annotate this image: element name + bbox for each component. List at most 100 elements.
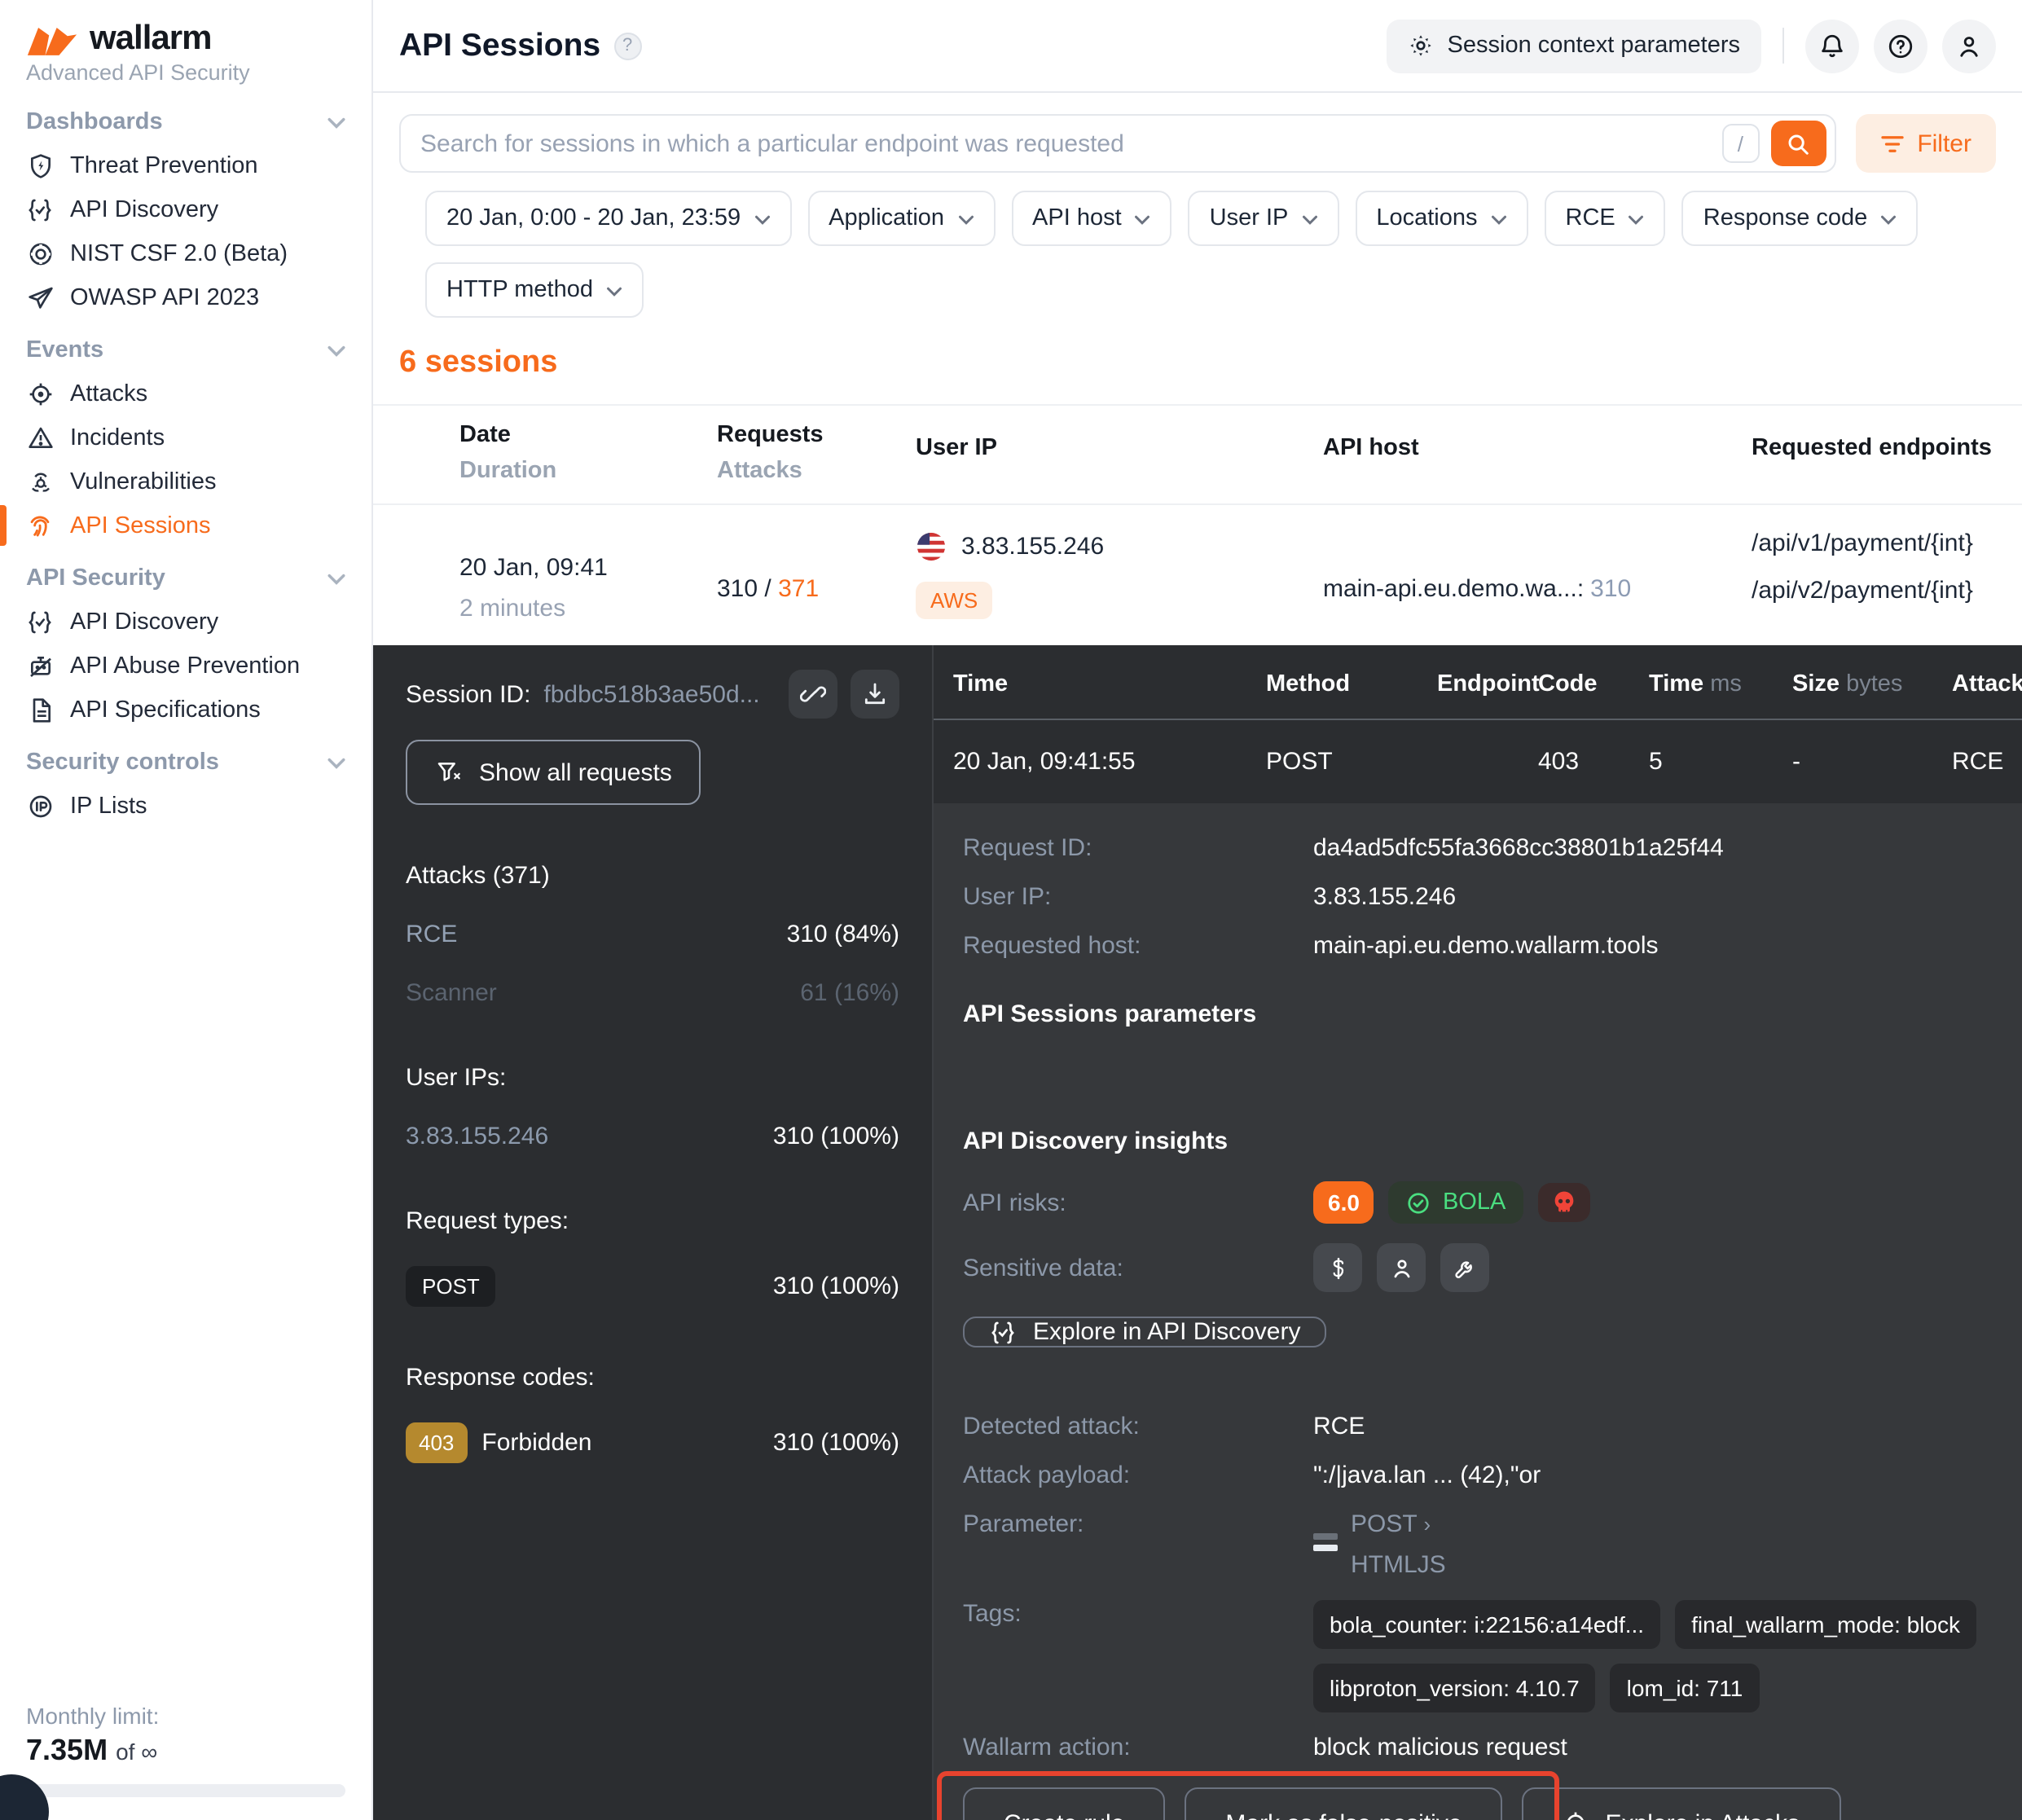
tag-chip[interactable]: bola_counter: i:22156:a14edf...	[1313, 1600, 1660, 1649]
filter-chip-date-range[interactable]: 20 Jan, 0:00 - 20 Jan, 23:59	[425, 191, 791, 246]
notifications-bell-icon[interactable]	[1805, 19, 1859, 73]
tag-chip[interactable]: libproton_version: 4.10.7	[1313, 1664, 1596, 1712]
paper-plane-icon	[26, 284, 54, 311]
download-button[interactable]	[851, 670, 899, 719]
chevron-down-icon	[327, 573, 345, 584]
response-code-stat-row[interactable]: 403 Forbidden 310 (100%)	[406, 1422, 899, 1463]
explore-in-api-discovery-button[interactable]: Explore in API Discovery	[963, 1317, 1326, 1347]
stat-value: 61 (16%)	[800, 979, 899, 1007]
col-duration[interactable]: Duration	[459, 458, 717, 484]
parameter-leaf[interactable]: HTMLJS	[1351, 1551, 1446, 1579]
mark-false-positive-button[interactable]: Mark as false-positive	[1185, 1787, 1502, 1820]
sidebar-item-label: NIST CSF 2.0 (Beta)	[70, 240, 288, 266]
col-size[interactable]: Size bytes	[1792, 671, 1952, 697]
crosshair-icon	[1563, 1810, 1589, 1820]
request-row[interactable]: 20 Jan, 09:41:55 POST 403 5 - RCE	[934, 720, 2022, 803]
filter-chip-rce[interactable]: RCE	[1545, 191, 1666, 246]
col-time-ms[interactable]: Time ms	[1649, 671, 1792, 697]
person-sensitive-icon[interactable]	[1377, 1243, 1426, 1292]
sidebar-item-incidents[interactable]: Incidents	[0, 415, 371, 459]
request-code: 403	[1538, 748, 1649, 776]
attack-stat-row[interactable]: Scanner 61 (16%)	[406, 979, 899, 1007]
filter-chip-user-ip[interactable]: User IP	[1189, 191, 1339, 246]
col-attacks[interactable]: Attacks	[717, 458, 916, 484]
request-type-stat-row[interactable]: POST 310 (100%)	[406, 1266, 899, 1307]
col-requests[interactable]: Requests	[717, 422, 916, 448]
sidebar-item-nist-csf[interactable]: NIST CSF 2.0 (Beta)	[0, 231, 371, 275]
requested-endpoint: /api/v2/payment/{int}	[1752, 578, 2022, 603]
search-button[interactable]	[1770, 121, 1826, 166]
col-size-unit: bytes	[1846, 671, 1902, 697]
skull-risk-badge[interactable]	[1538, 1183, 1590, 1222]
explore-in-attacks-button[interactable]: Explore in Attacks	[1523, 1787, 1840, 1820]
requests-table-header: Time Method Endpoint Code Time ms Size b…	[934, 645, 2022, 720]
col-api-host[interactable]: API host	[1323, 422, 1752, 484]
sidebar-item-api-discovery-2[interactable]: API Discovery	[0, 600, 371, 644]
user-ip-stat-row[interactable]: 3.83.155.246 310 (100%)	[406, 1123, 899, 1150]
topbar: API Sessions ? Session context parameter…	[373, 0, 2022, 93]
sidebar-item-api-abuse-prevention[interactable]: API Abuse Prevention	[0, 644, 371, 688]
bola-label: BOLA	[1443, 1189, 1506, 1216]
wrench-sensitive-icon[interactable]	[1440, 1243, 1489, 1292]
filter-chip-application[interactable]: Application	[807, 191, 995, 246]
section-api-security[interactable]: API Security	[0, 547, 371, 600]
chevron-down-icon	[327, 757, 345, 768]
session-context-parameters-button[interactable]: Session context parameters	[1387, 19, 1761, 73]
sidebar-item-attacks[interactable]: Attacks	[0, 371, 371, 415]
chip-label: API host	[1032, 205, 1122, 231]
app-window: wallarm Advanced API Security Dashboards…	[0, 0, 2022, 1820]
create-rule-button[interactable]: Create rule	[963, 1787, 1165, 1820]
section-security-controls[interactable]: Security controls	[0, 732, 371, 784]
col-attack[interactable]: Attack…	[1952, 671, 2022, 697]
page-title: API Sessions	[399, 27, 600, 64]
col-time[interactable]: Time	[953, 671, 1266, 697]
filter-chip-http-method[interactable]: HTTP method	[425, 262, 644, 318]
filter-chip-api-host[interactable]: API host	[1011, 191, 1172, 246]
show-all-requests-button[interactable]: Show all requests	[406, 740, 701, 805]
detail-actions: Create rule Mark as false-positive Explo…	[963, 1787, 1993, 1820]
col-endpoints[interactable]: Requested endpoints	[1752, 422, 2022, 484]
risk-score-badge[interactable]: 6.0	[1313, 1181, 1374, 1224]
attack-stat-row[interactable]: RCE 310 (84%)	[406, 921, 899, 948]
search-input[interactable]	[420, 130, 1721, 157]
sidebar-item-vulnerabilities[interactable]: Vulnerabilities	[0, 459, 371, 503]
tag-chip[interactable]: final_wallarm_mode: block	[1675, 1600, 1976, 1649]
user-account-icon[interactable]	[1942, 19, 1996, 73]
sidebar-item-api-specifications[interactable]: API Specifications	[0, 688, 371, 732]
status-code-label: Forbidden	[481, 1429, 591, 1457]
col-user-ip[interactable]: User IP	[916, 422, 1323, 484]
session-user-ip[interactable]: 3.83.155.246	[961, 533, 1104, 561]
section-events[interactable]: Events	[0, 319, 371, 371]
sidebar-item-ip-lists[interactable]: IP Lists	[0, 784, 371, 828]
section-dashboards[interactable]: Dashboards	[0, 91, 371, 143]
sessions-count: 6 sessions	[399, 345, 557, 380]
filter-chip-locations[interactable]: Locations	[1355, 191, 1527, 246]
sidebar-item-threat-prevention[interactable]: Threat Prevention	[0, 143, 371, 187]
sidebar-item-label: API Specifications	[70, 697, 261, 723]
sidebar-item-owasp-api[interactable]: OWASP API 2023	[0, 275, 371, 319]
requested-host-value: main-api.eu.demo.wallarm.tools	[1313, 932, 1659, 960]
sidebar-item-api-sessions[interactable]: API Sessions	[0, 503, 371, 547]
attacks-group-title: Attacks (371)	[406, 862, 899, 890]
tag-chip[interactable]: lom_id: 711	[1611, 1664, 1760, 1712]
parameter-path[interactable]: POST ›	[1351, 1510, 1431, 1538]
title-help-icon[interactable]: ?	[613, 32, 641, 59]
session-row[interactable]: 20 Jan, 09:41 2 minutes 310 / 371 3.83.1…	[373, 505, 2022, 645]
col-method[interactable]: Method	[1266, 671, 1437, 697]
help-icon[interactable]	[1874, 19, 1927, 73]
copy-link-button[interactable]	[789, 670, 837, 719]
search-box: /	[399, 114, 1835, 173]
search-icon	[1786, 131, 1810, 156]
col-date[interactable]: Date	[459, 422, 717, 448]
sidebar-item-api-discovery[interactable]: API Discovery	[0, 187, 371, 231]
bola-badge[interactable]: BOLA	[1389, 1181, 1523, 1224]
monthly-limit-label: Monthly limit:	[26, 1703, 345, 1729]
filter-chip-response-code[interactable]: Response code	[1682, 191, 1919, 246]
aws-badge[interactable]: AWS	[916, 582, 992, 619]
col-code[interactable]: Code	[1538, 671, 1649, 697]
col-endpoint[interactable]: Endpoint	[1437, 671, 1538, 697]
chevron-down-icon	[1629, 214, 1645, 224]
dollar-sensitive-icon[interactable]	[1313, 1243, 1362, 1292]
filter-button[interactable]: Filter	[1855, 114, 1996, 173]
section-label: Security controls	[26, 750, 219, 776]
